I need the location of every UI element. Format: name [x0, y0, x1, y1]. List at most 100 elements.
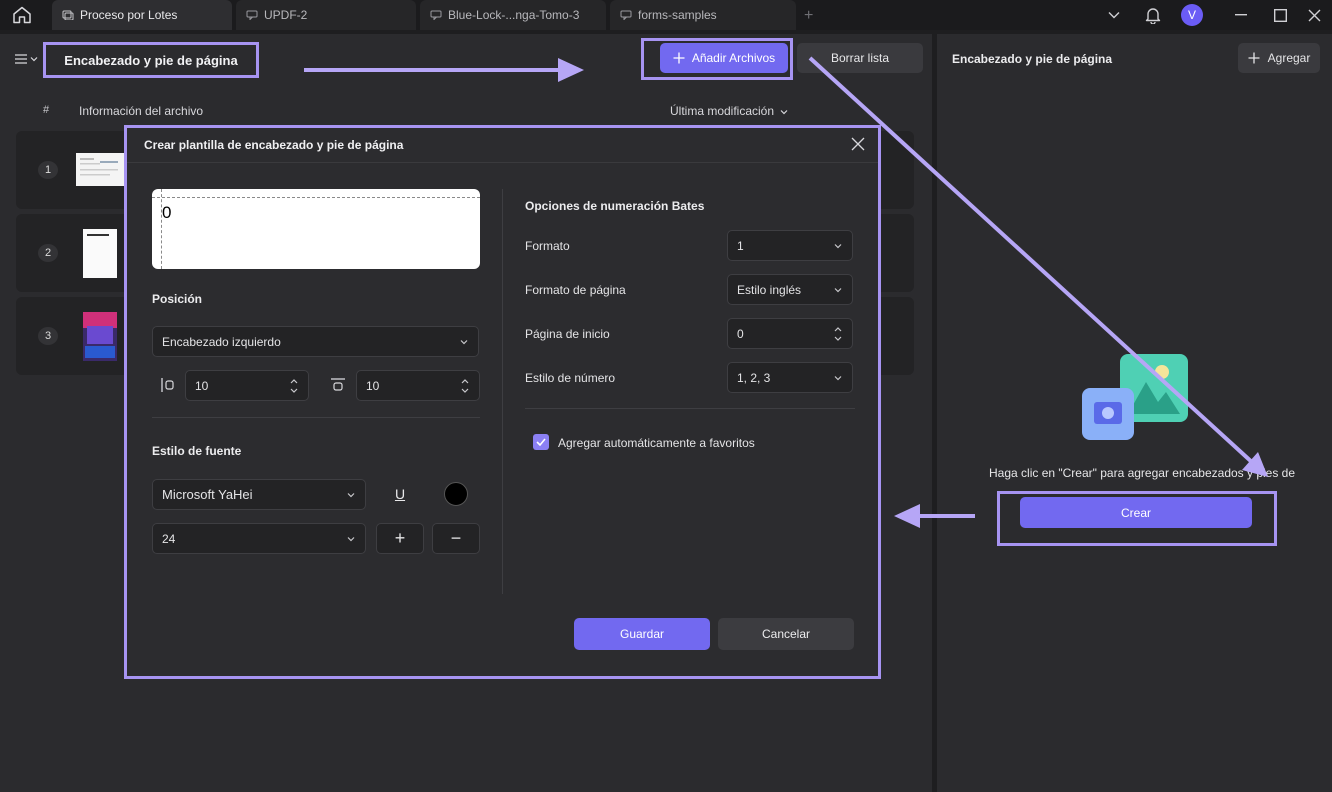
close-window-icon[interactable] [1303, 0, 1325, 30]
cancel-button[interactable]: Cancelar [718, 618, 854, 650]
section-divider [152, 417, 480, 418]
tab-label: forms-samples [638, 8, 717, 22]
plus-icon [673, 52, 685, 64]
format-value: 1 [737, 238, 744, 253]
chevron-down-icon [30, 57, 38, 62]
page-format-value: Estilo inglés [737, 282, 802, 297]
left-margin-value: 10 [195, 378, 209, 393]
chevron-down-icon [780, 110, 788, 115]
font-family-select[interactable]: Microsoft YaHei [152, 479, 366, 510]
chevron-down-icon [347, 537, 355, 542]
tab-label: UPDF-2 [264, 8, 308, 22]
number-style-select[interactable]: 1, 2, 3 [727, 362, 853, 393]
row-number: 1 [38, 161, 58, 179]
plus-icon [1248, 52, 1260, 64]
home-icon[interactable] [12, 6, 32, 24]
top-margin-icon [331, 378, 345, 391]
empty-state-illustration-icon [1082, 354, 1188, 440]
stepper-icon[interactable] [290, 378, 298, 394]
margin-guide-line [161, 189, 162, 269]
menu-button[interactable] [14, 50, 40, 68]
chat-icon [246, 10, 258, 20]
start-page-value: 0 [737, 326, 744, 341]
chevron-down-icon [347, 493, 355, 498]
add-template-label: Agregar [1267, 51, 1311, 65]
close-icon[interactable] [850, 136, 866, 152]
bell-icon[interactable] [1143, 0, 1163, 30]
stepper-icon[interactable] [461, 378, 469, 394]
row-number: 3 [38, 327, 58, 345]
page-title: Encabezado y pie de página [43, 42, 259, 78]
tab-blue-lock[interactable]: Blue-Lock-...nga-Tomo-3 [420, 0, 606, 30]
hamburger-icon [15, 54, 27, 64]
bates-heading: Opciones de numeración Bates [525, 199, 705, 213]
chat-icon [620, 10, 632, 20]
top-margin-value: 10 [366, 378, 380, 393]
avatar[interactable]: V [1181, 4, 1203, 26]
tab-forms-samples[interactable]: forms-samples [610, 0, 796, 30]
save-button[interactable]: Guardar [574, 618, 710, 650]
tabs-dropdown-icon[interactable] [1104, 0, 1124, 30]
increase-font-size-button[interactable]: + [376, 523, 424, 554]
preview-number: 0 [162, 203, 172, 222]
chat-icon [430, 10, 442, 20]
add-template-button[interactable]: Agregar [1238, 43, 1320, 73]
dialog-title: Crear plantilla de encabezado y pie de p… [144, 138, 404, 152]
create-button[interactable]: Crear [1020, 497, 1252, 528]
chevron-down-icon [460, 340, 468, 345]
tab-label: Proceso por Lotes [80, 8, 178, 22]
minimize-icon[interactable] [1230, 0, 1252, 30]
row-number: 2 [38, 244, 58, 262]
chevron-down-icon [834, 244, 842, 249]
page-format-label: Formato de página [525, 283, 626, 297]
batch-icon [62, 10, 74, 20]
header-guide-line [152, 197, 480, 198]
add-files-button[interactable]: Añadir Archivos [660, 43, 788, 73]
position-label: Posición [152, 292, 203, 306]
favorites-label: Agregar automáticamente a favoritos [558, 436, 755, 450]
tab-updf-2[interactable]: UPDF-2 [236, 0, 416, 30]
empty-state-hint: Haga clic en "Crear" para agregar encabe… [989, 466, 1296, 480]
top-margin-input[interactable]: 10 [356, 370, 480, 401]
template-panel-title: Encabezado y pie de página [952, 52, 1113, 66]
font-style-label: Estilo de fuente [152, 444, 242, 458]
font-size-select[interactable]: 24 [152, 523, 366, 554]
column-number-header: # [43, 104, 50, 116]
left-margin-input[interactable]: 10 [185, 370, 309, 401]
maximize-icon[interactable] [1269, 0, 1291, 30]
column-modified-header[interactable]: Última modificación [670, 104, 788, 118]
column-modified-label: Última modificación [670, 104, 775, 118]
start-page-input[interactable]: 0 [727, 318, 853, 349]
format-select[interactable]: 1 [727, 230, 853, 261]
left-margin-icon [161, 378, 174, 392]
add-files-label: Añadir Archivos [691, 51, 776, 65]
font-size-value: 24 [162, 531, 176, 546]
file-thumbnail [76, 153, 124, 186]
file-thumbnail [83, 312, 117, 361]
dialog-divider [127, 162, 878, 163]
position-value: Encabezado izquierdo [162, 334, 281, 349]
font-color-picker[interactable] [444, 482, 468, 506]
decrease-font-size-button[interactable]: − [432, 523, 480, 554]
file-thumbnail [83, 229, 117, 278]
position-select[interactable]: Encabezado izquierdo [152, 326, 479, 357]
tab-batch-process[interactable]: Proceso por Lotes [52, 0, 232, 30]
favorites-checkbox[interactable] [533, 434, 549, 450]
chevron-down-icon [834, 288, 842, 293]
stepper-icon[interactable] [834, 326, 842, 342]
preview-area: 0 [152, 189, 480, 269]
clear-list-button[interactable]: Borrar lista [797, 43, 923, 73]
start-page-label: Página de inicio [525, 327, 610, 341]
column-info-header: Información del archivo [79, 104, 204, 118]
new-tab-button[interactable]: + [804, 7, 813, 25]
page-format-select[interactable]: Estilo inglés [727, 274, 853, 305]
underline-button[interactable]: U [390, 484, 410, 504]
format-label: Formato [525, 239, 570, 253]
section-divider [525, 408, 855, 409]
column-divider [502, 189, 503, 594]
tab-label: Blue-Lock-...nga-Tomo-3 [448, 8, 580, 22]
chevron-down-icon [834, 376, 842, 381]
font-family-value: Microsoft YaHei [162, 487, 253, 502]
checkmark-icon [536, 438, 546, 446]
title-bar: Proceso por Lotes UPDF-2 Blue-Lock-...ng… [0, 0, 1332, 30]
